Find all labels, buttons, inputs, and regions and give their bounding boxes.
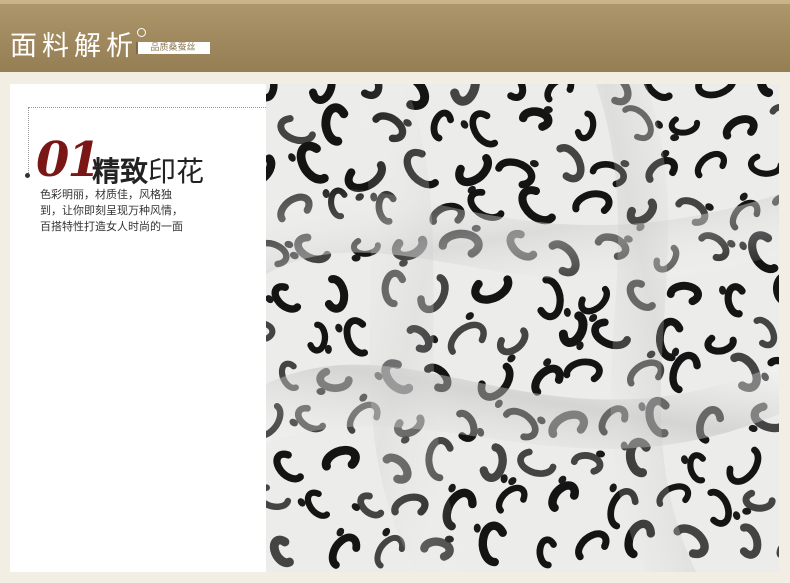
badge-accent-bar xyxy=(136,42,138,54)
dotted-divider-top xyxy=(28,107,266,108)
fabric-photo xyxy=(266,84,779,572)
bullet-dot-icon xyxy=(25,173,30,178)
feature-title-bold: 精致 xyxy=(92,155,149,188)
feature-description-line: 色彩明丽，材质佳，风格独 xyxy=(40,188,172,201)
section-badge: 品质桑蚕丝 xyxy=(136,42,210,54)
leopard-print-image xyxy=(266,84,779,572)
feature-description-line: 百搭特性打造女人时尚的一面 xyxy=(40,220,183,233)
section-header: 面料解析 品质桑蚕丝 xyxy=(0,0,790,72)
feature-title: 精致印花 xyxy=(92,150,204,190)
dotted-divider-left xyxy=(28,107,29,175)
feature-number: 01 xyxy=(36,132,101,188)
feature-description-line: 到，让你即刻呈现万种风情， xyxy=(40,204,183,217)
section-title: 面料解析 xyxy=(10,31,138,62)
feature-description: 色彩明丽，材质佳，风格独 到，让你即刻呈现万种风情， 百搭特性打造女人时尚的一面 xyxy=(40,187,240,235)
circle-icon xyxy=(137,28,146,37)
feature-title-light: 印花 xyxy=(148,155,205,188)
page-margin xyxy=(779,84,790,572)
